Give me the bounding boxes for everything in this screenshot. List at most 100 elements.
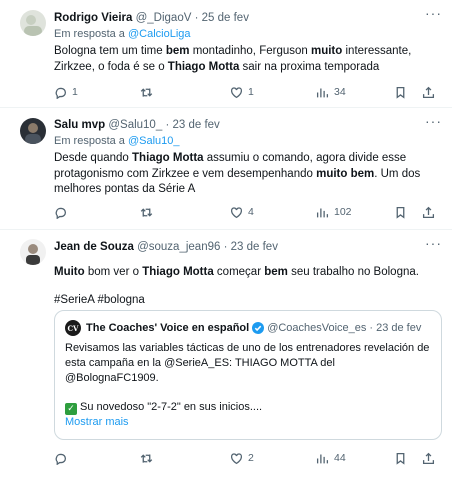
like-icon — [230, 206, 243, 218]
tweet[interactable]: Jean de Souza @souza_jean96 · 23 de fev … — [0, 230, 452, 480]
separator: · — [165, 119, 170, 131]
views-count: 44 — [334, 452, 346, 464]
quote-text-line: ✓ Su novedoso "2-7-2" en sus inicios.... — [65, 400, 431, 415]
action-bar: 4 102 — [54, 204, 438, 220]
more-icon[interactable]: ··· — [425, 114, 442, 128]
text-part: montadinho, Ferguson — [189, 45, 311, 57]
quote-text: Revisamos las variables tácticas de uno … — [65, 341, 431, 430]
author-name[interactable]: Rodrigo Vieira — [54, 12, 132, 24]
show-more-link[interactable]: Mostrar mais — [65, 415, 431, 430]
quote-text-line2: Su novedoso "2-7-2" en sus inicios.... — [80, 401, 263, 413]
separator: · — [194, 12, 199, 24]
reply-icon — [55, 87, 67, 99]
action-bar: 2 44 — [54, 450, 438, 466]
reply-to-link[interactable]: @Salu10_ — [128, 135, 180, 147]
share-icon — [422, 206, 435, 218]
text-part: seu trabalho no Bologna. — [287, 266, 419, 278]
text-part: bom ver o — [84, 266, 143, 278]
text-bold: muito — [310, 45, 343, 57]
views-icon — [316, 87, 329, 97]
text-part: Bologna tem um time — [54, 45, 166, 57]
author-name[interactable]: Jean de Souza — [54, 241, 134, 253]
author-handle[interactable]: @Salu10_ — [108, 119, 162, 131]
text-bold: Thiago Motta — [132, 152, 204, 164]
views-button[interactable]: 34 — [316, 84, 346, 100]
reply-icon — [55, 453, 67, 465]
quote-avatar: CV — [65, 320, 81, 336]
more-icon[interactable]: ··· — [425, 236, 442, 250]
like-icon — [230, 86, 243, 98]
tweet-header: Jean de Souza @souza_jean96 · 23 de fev — [54, 239, 442, 255]
reply-context: Em resposta a @Salu10_ — [54, 134, 442, 149]
reply-button[interactable] — [54, 450, 72, 466]
quoted-tweet[interactable]: CV The Coaches' Voice en español @Coache… — [54, 310, 442, 440]
share-icon — [422, 452, 435, 464]
reply-prefix: Em resposta a — [54, 135, 125, 147]
text-bold: Thiago Motta — [167, 60, 240, 73]
tweet[interactable]: Rodrigo Vieira @_DigaoV · 25 de fev Em r… — [0, 0, 452, 108]
avatar[interactable] — [20, 10, 46, 36]
tweet-date[interactable]: 25 de fev — [202, 12, 249, 24]
retweet-icon — [140, 87, 153, 97]
bookmark-button[interactable] — [394, 84, 407, 100]
quote-author-name: The Coaches' Voice en español — [86, 322, 250, 334]
bookmark-button[interactable] — [394, 450, 407, 466]
text-part: sair na proxima temporada — [239, 60, 380, 73]
hashtags[interactable]: #SerieA #bologna — [54, 293, 442, 309]
views-count: 34 — [334, 86, 346, 98]
tweet-text: Desde quando Thiago Motta assumiu o coma… — [54, 151, 442, 198]
retweet-button[interactable] — [140, 84, 158, 100]
views-icon — [316, 453, 329, 463]
tweet[interactable]: Salu mvp @Salu10_ · 23 de fev Em respost… — [0, 108, 452, 230]
reply-to-link[interactable]: @CalcioLiga — [128, 28, 191, 40]
quote-date: 23 de fev — [376, 322, 422, 334]
retweet-icon — [140, 207, 153, 217]
author-name[interactable]: Salu mvp — [54, 119, 105, 131]
more-icon[interactable]: ··· — [425, 6, 442, 20]
quote-header: CV The Coaches' Voice en español @Coache… — [65, 320, 421, 336]
bookmark-icon — [396, 86, 405, 99]
separator: · — [369, 322, 374, 334]
like-button[interactable]: 4 — [230, 204, 254, 220]
text-part: começar — [213, 266, 265, 278]
share-button[interactable] — [422, 84, 435, 100]
tweet-text: Bologna tem um time bem montadinho, Ferg… — [54, 44, 442, 75]
author-handle[interactable]: @souza_jean96 — [137, 241, 220, 253]
quote-text-body: Revisamos las variables tácticas de uno … — [65, 342, 430, 384]
avatar[interactable] — [20, 118, 46, 144]
like-count: 2 — [248, 452, 254, 464]
retweet-icon — [140, 453, 153, 463]
reply-button[interactable] — [54, 204, 72, 220]
author-handle[interactable]: @_DigaoV — [136, 12, 192, 24]
check-emoji-icon: ✓ — [65, 403, 77, 415]
views-count: 102 — [334, 206, 352, 218]
bookmark-icon — [396, 452, 405, 465]
text-part: Desde quando — [54, 152, 133, 164]
bookmark-button[interactable] — [394, 204, 407, 220]
tweet-date[interactable]: 23 de fev — [231, 241, 278, 253]
avatar[interactable] — [20, 239, 46, 265]
views-button[interactable]: 44 — [316, 450, 346, 466]
text-bold: Thiago Motta — [142, 266, 214, 278]
tweet-header: Salu mvp @Salu10_ · 23 de fev — [54, 117, 442, 133]
tweet-text: Muito bom ver o Thiago Motta começar bem… — [54, 265, 442, 281]
like-button[interactable]: 1 — [230, 84, 254, 100]
retweet-button[interactable] — [140, 204, 158, 220]
share-button[interactable] — [422, 450, 435, 466]
like-count: 4 — [248, 206, 254, 218]
tweet-date[interactable]: 23 de fev — [172, 119, 219, 131]
reply-button[interactable]: 1 — [54, 84, 78, 100]
like-button[interactable]: 2 — [230, 450, 254, 466]
retweet-button[interactable] — [140, 450, 158, 466]
reply-count: 1 — [72, 86, 78, 98]
text-bold: muito bem — [316, 167, 375, 180]
like-count: 1 — [248, 86, 254, 98]
reply-context: Em resposta a @CalcioLiga — [54, 27, 442, 42]
reply-icon — [55, 207, 67, 219]
separator: · — [223, 241, 228, 253]
share-button[interactable] — [422, 204, 435, 220]
views-button[interactable]: 102 — [316, 204, 352, 220]
like-icon — [230, 452, 243, 464]
text-bold: Muito — [54, 266, 85, 278]
reply-prefix: Em resposta a — [54, 28, 125, 40]
